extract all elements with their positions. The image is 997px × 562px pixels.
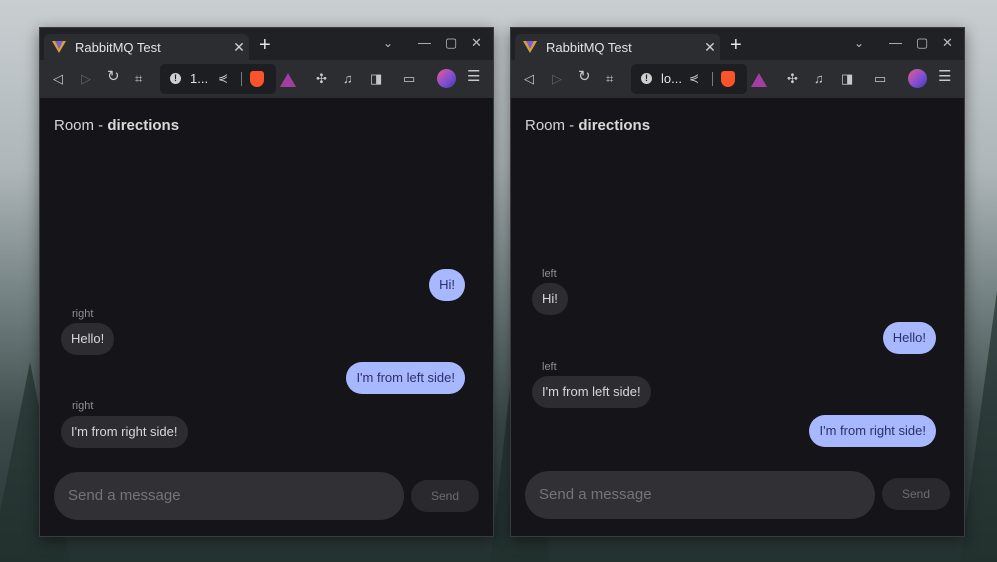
send-button[interactable]: Send (411, 480, 479, 512)
bookmark-icon[interactable]: ⌗ (606, 71, 613, 87)
room-label: Room - (54, 117, 104, 134)
chat-area: Room - directions left Hi! Hello! left I… (511, 98, 964, 536)
tab-rabbitmq-test[interactable]: RabbitMQ Test ✕ (515, 34, 720, 60)
minimize-icon[interactable]: — (418, 36, 431, 50)
browser-window-right: RabbitMQ Test ✕ + ⌄ — ▢ ✕ ◁ ▷ ↻ ⌗ ! lo..… (510, 27, 965, 537)
address-bar[interactable]: ! 1... ⋞ (160, 64, 296, 94)
toolbar: ◁ ▷ ↻ ⌗ ! 1... ⋞ ✣ ♫ ◨ ▭ ☰ (40, 60, 493, 98)
back-icon[interactable]: ◁ (524, 71, 534, 87)
extensions-icon[interactable]: ✣ (316, 71, 327, 87)
wallet-icon[interactable]: ▭ (403, 71, 415, 87)
send-button[interactable]: Send (882, 478, 950, 510)
brave-shield-icon[interactable] (250, 71, 264, 87)
plus-icon[interactable]: + (730, 35, 742, 55)
tab-title: RabbitMQ Test (546, 39, 632, 55)
music-icon[interactable]: ♫ (814, 71, 824, 87)
extensions-icon[interactable]: ✣ (787, 71, 798, 87)
chat-area: Room - directions Hi! right Hello! I'm f… (40, 98, 493, 536)
maximize-icon[interactable]: ▢ (445, 36, 457, 50)
brave-shield-icon[interactable] (721, 71, 735, 87)
tab-title: RabbitMQ Test (75, 39, 161, 55)
back-icon[interactable]: ◁ (53, 71, 63, 87)
divider (241, 72, 242, 86)
chevron-down-icon[interactable]: ⌄ (854, 36, 864, 50)
toolbar: ◁ ▷ ↻ ⌗ ! lo... ⋞ ✣ ♫ ◨ ▭ ☰ (511, 60, 964, 98)
vivaldi-logo-icon (523, 41, 537, 53)
profile-avatar[interactable] (908, 69, 927, 88)
tab-rabbitmq-test[interactable]: RabbitMQ Test ✕ (44, 34, 249, 60)
sidebar-icon[interactable]: ◨ (841, 71, 853, 87)
maximize-icon[interactable]: ▢ (916, 36, 928, 50)
profile-avatar[interactable] (437, 69, 456, 88)
divider (712, 72, 713, 86)
close-window-icon[interactable]: ✕ (942, 36, 953, 50)
menu-icon[interactable]: ☰ (938, 69, 951, 85)
browser-window-left: RabbitMQ Test ✕ + ⌄ — ▢ ✕ ◁ ▷ ↻ ⌗ ! 1...… (39, 27, 494, 537)
chat-message-bubble: Hi! (429, 269, 465, 301)
vivaldi-logo-icon (52, 41, 66, 53)
chat-message-bubble: Hi! (532, 283, 568, 315)
info-icon[interactable]: ! (170, 73, 181, 84)
bat-rewards-icon[interactable] (280, 73, 296, 87)
chat-message-bubble: I'm from right side! (61, 416, 188, 448)
chat-message-bubble: I'm from left side! (346, 362, 465, 394)
minimize-icon[interactable]: — (889, 36, 902, 50)
forward-icon[interactable]: ▷ (81, 71, 91, 87)
message-input[interactable] (54, 472, 404, 520)
sender-label: left (542, 361, 557, 373)
message-input[interactable] (525, 471, 875, 519)
info-icon[interactable]: ! (641, 73, 652, 84)
sidebar-icon[interactable]: ◨ (370, 71, 382, 87)
wallet-icon[interactable]: ▭ (874, 71, 886, 87)
share-icon[interactable]: ⋞ (689, 71, 699, 85)
chat-message-bubble: I'm from left side! (532, 376, 651, 408)
room-label: Room - (525, 117, 575, 134)
close-icon[interactable]: ✕ (229, 39, 249, 56)
close-window-icon[interactable]: ✕ (471, 36, 482, 50)
sender-label: right (72, 400, 94, 412)
chat-message-bubble: Hello! (882, 322, 936, 354)
sender-label: left (542, 268, 557, 280)
music-icon[interactable]: ♫ (343, 71, 353, 87)
reload-icon[interactable]: ↻ (107, 69, 120, 85)
room-name: directions (107, 117, 180, 134)
titlebar: RabbitMQ Test ✕ + ⌄ — ▢ ✕ (40, 28, 493, 60)
chat-message-bubble: Hello! (61, 323, 115, 355)
reload-icon[interactable]: ↻ (578, 69, 591, 85)
address-bar[interactable]: ! lo... ⋞ (631, 64, 767, 94)
menu-icon[interactable]: ☰ (467, 69, 480, 85)
url-text: lo... (661, 71, 682, 86)
bat-rewards-icon[interactable] (751, 73, 767, 87)
close-icon[interactable]: ✕ (700, 39, 720, 56)
page-title: Room - directions (525, 117, 650, 134)
chevron-down-icon[interactable]: ⌄ (383, 36, 393, 50)
room-name: directions (578, 117, 651, 134)
share-icon[interactable]: ⋞ (218, 71, 228, 85)
sender-label: right (72, 308, 94, 320)
page-title: Room - directions (54, 117, 179, 134)
chat-message-bubble: I'm from right side! (809, 415, 936, 447)
bookmark-icon[interactable]: ⌗ (135, 71, 142, 87)
forward-icon[interactable]: ▷ (552, 71, 562, 87)
plus-icon[interactable]: + (259, 35, 271, 55)
url-text: 1... (190, 71, 209, 86)
titlebar: RabbitMQ Test ✕ + ⌄ — ▢ ✕ (511, 28, 964, 60)
